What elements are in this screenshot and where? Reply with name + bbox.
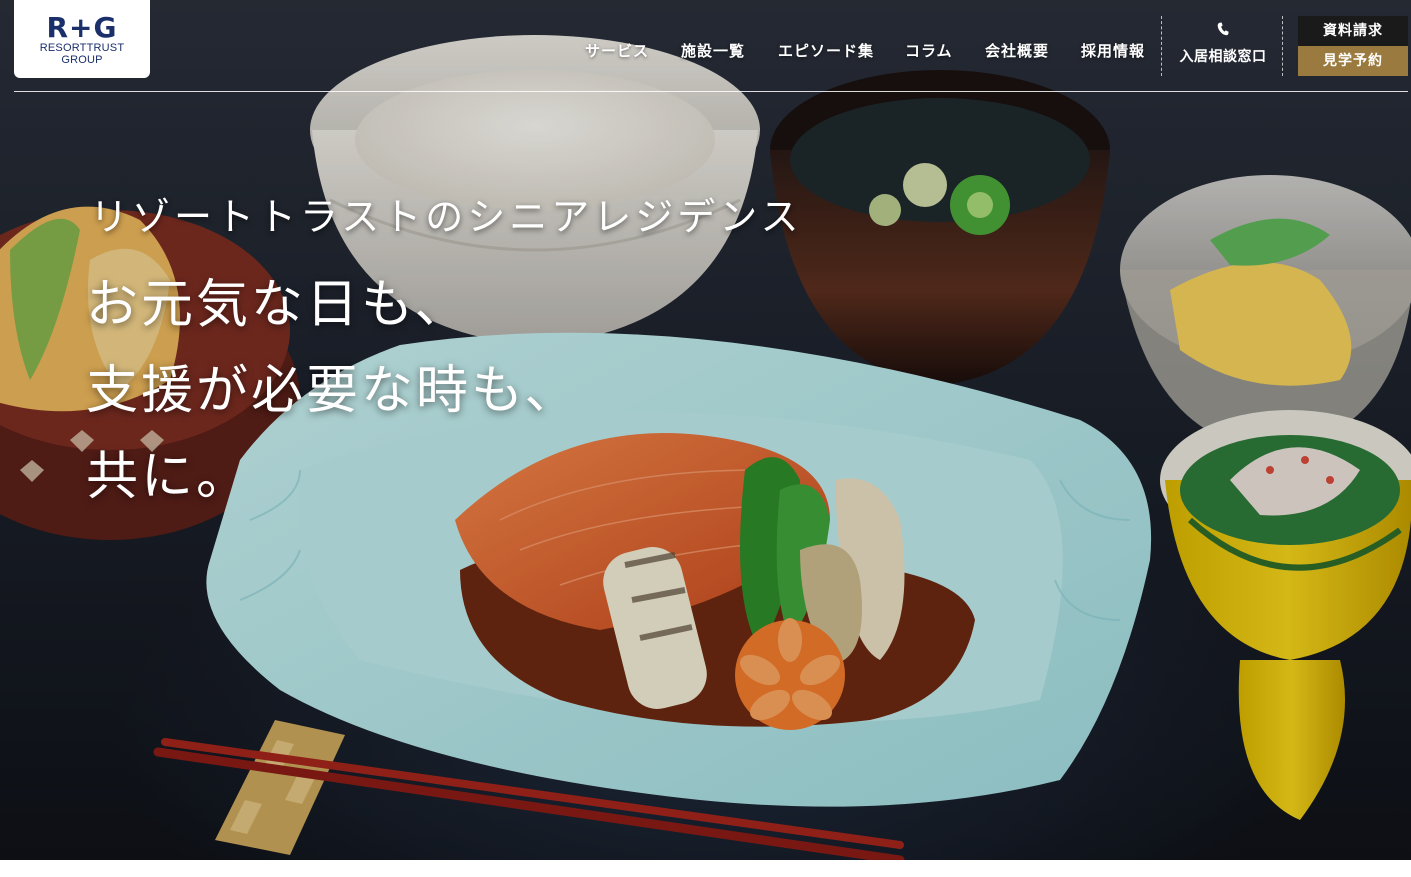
consultation-label: 入居相談窓口 <box>1179 49 1267 65</box>
nav-item-service[interactable]: サービス <box>585 40 649 61</box>
visit-reservation-button[interactable]: 見学予約 <box>1298 46 1408 76</box>
site-logo[interactable]: R+G RESORTTRUST GROUP <box>14 0 150 78</box>
nav-item-recruit[interactable]: 採用情報 <box>1081 40 1145 61</box>
headline-line-3: 共に。 <box>86 447 252 507</box>
nav-item-column[interactable]: コラム <box>905 40 953 61</box>
logo-text-line-2: GROUP <box>61 54 103 66</box>
header-divider <box>14 91 1408 92</box>
hero-headline: お元気な日も、 支援が必要な時も、 共に。 <box>86 262 579 520</box>
nav-divider-right <box>1282 16 1283 76</box>
nav-divider <box>1161 16 1162 76</box>
headline-line-1: お元気な日も、 <box>86 275 470 335</box>
nav-item-episodes[interactable]: エピソード集 <box>778 40 874 61</box>
logo-text-line-1: RESORTTRUST <box>39 42 125 54</box>
logo-mark: R+G <box>46 11 118 44</box>
headline-line-2: 支援が必要な時も、 <box>86 361 580 421</box>
nav-item-company[interactable]: 会社概要 <box>985 40 1049 61</box>
phone-icon <box>1172 22 1274 42</box>
nav-item-facilities[interactable]: 施設一覧 <box>681 40 745 61</box>
consultation-link[interactable]: 入居相談窓口 <box>1172 22 1274 66</box>
document-request-button[interactable]: 資料請求 <box>1298 16 1408 46</box>
hero-tagline: リゾートトラストのシニアレジデンス <box>90 195 803 239</box>
